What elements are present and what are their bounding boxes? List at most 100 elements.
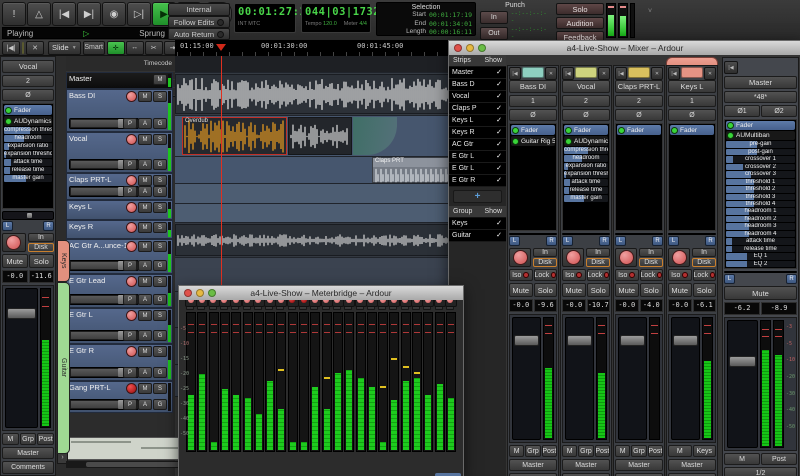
bottom-post-button[interactable]: Post: [761, 453, 797, 465]
midi-panic-button[interactable]: !: [2, 2, 26, 26]
phase-button[interactable]: Ø: [509, 109, 557, 121]
pan-left-button[interactable]: L: [562, 236, 573, 246]
solo-button[interactable]: S: [153, 346, 167, 357]
strip-color-bar[interactable]: [681, 67, 703, 78]
record-enable-dot[interactable]: [241, 300, 254, 307]
pan-left-button[interactable]: L: [668, 236, 679, 246]
solo-button[interactable]: S: [153, 383, 167, 394]
chevron-down-icon[interactable]: ˅: [648, 8, 652, 15]
track-p-button[interactable]: P: [123, 118, 137, 129]
strips-list-item[interactable]: Keys R ✓: [449, 127, 506, 139]
track-g-button[interactable]: G: [153, 260, 167, 271]
go-end-button[interactable]: ▶|: [77, 2, 101, 26]
track-header-keys-r[interactable]: Keys RMS: [66, 220, 173, 239]
track-g-button[interactable]: G: [153, 294, 167, 305]
record-enable-dot[interactable]: [196, 300, 209, 307]
processor-fader[interactable]: Fader: [4, 105, 52, 115]
mute-button[interactable]: M: [138, 310, 152, 321]
gain-fader[interactable]: [512, 317, 541, 440]
fader-lock-button[interactable]: Lock: [533, 269, 557, 281]
strips-list-item[interactable]: Keys L ✓: [449, 115, 506, 127]
processor-guitar-rig-5-fx[interactable]: Guitar Rig 5 FX: [511, 136, 555, 146]
record-enable-dot[interactable]: [275, 300, 288, 307]
record-enable-button[interactable]: [509, 248, 531, 267]
record-enable-dot[interactable]: [252, 300, 265, 307]
record-enable-dot[interactable]: [433, 300, 446, 307]
track-header-keys-l[interactable]: Keys LMS: [66, 200, 173, 220]
pan-slider[interactable]: [724, 271, 797, 273]
bottom-keys-button[interactable]: Keys: [692, 445, 716, 457]
monitor-input-button[interactable]: In: [586, 248, 610, 257]
plugin-control-attack-time[interactable]: attack time: [726, 238, 795, 245]
pan-slider[interactable]: [668, 233, 716, 235]
plugin-control-compression-threshold[interactable]: compression threshold: [564, 147, 608, 154]
input-button[interactable]: 1: [668, 95, 716, 107]
track-p-button[interactable]: P: [123, 260, 137, 271]
record-enable-button[interactable]: [126, 346, 137, 357]
solo-button[interactable]: S: [153, 134, 167, 145]
bottom-m-button[interactable]: M: [724, 453, 760, 465]
monitor-disk-button[interactable]: Disk: [692, 258, 716, 267]
track-p-button[interactable]: P: [123, 399, 137, 410]
go-start-button[interactable]: |◀: [52, 2, 76, 26]
pan-left-button[interactable]: L: [615, 236, 626, 246]
track-header-e-gtr-lead[interactable]: E Gtr Lead M S P A G: [66, 274, 173, 308]
plugin-control-headroom-3[interactable]: headroom 3: [726, 223, 795, 230]
fader-lock-button[interactable]: Lock: [692, 269, 716, 281]
record-enable-button[interactable]: [126, 91, 137, 102]
record-enable-dot[interactable]: [399, 300, 412, 307]
strips-list-item[interactable]: E Gtr L ✓: [449, 151, 506, 163]
strip-name-button[interactable]: Keys L: [668, 80, 716, 93]
peak-display[interactable]: -8.9: [761, 302, 797, 315]
fader-handle[interactable]: [673, 334, 698, 346]
mute-button[interactable]: Mute: [562, 283, 586, 297]
strip-name-button[interactable]: Vocal: [2, 60, 54, 73]
plugin-control-release-time[interactable]: release time: [726, 245, 795, 253]
bottom-post-button[interactable]: Post: [541, 445, 557, 457]
record-enable-dot[interactable]: [354, 300, 367, 307]
minimize-window-icon[interactable]: [466, 44, 474, 52]
gain-display[interactable]: -6.2: [724, 302, 760, 315]
monitor-disk-button[interactable]: Disk: [586, 258, 610, 267]
monitor-disk-button[interactable]: Disk: [27, 243, 54, 252]
mute-button[interactable]: Mute: [724, 286, 797, 300]
record-enable-dot[interactable]: [411, 300, 423, 307]
mute-button[interactable]: Mute: [668, 283, 692, 297]
scroll-left-icon[interactable]: |◀: [668, 67, 680, 80]
input-button[interactable]: 1: [509, 95, 557, 107]
phase-button[interactable]: Ø: [668, 109, 716, 121]
bottom-m-button[interactable]: M: [562, 445, 578, 457]
mute-button[interactable]: M: [138, 222, 152, 233]
track-a-button[interactable]: A: [138, 118, 152, 129]
bottom-grp-button[interactable]: Grp: [19, 433, 37, 445]
plugin-control-headroom-2[interactable]: headroom 2: [726, 215, 795, 223]
show-checkmark[interactable]: ✓: [496, 116, 502, 125]
gain-fader[interactable]: [727, 320, 758, 448]
solo-iso-button[interactable]: Iso: [509, 269, 533, 281]
fader-handle[interactable]: [620, 334, 645, 346]
punch-out-button[interactable]: Out: [480, 26, 508, 40]
pan-slider[interactable]: [509, 233, 557, 235]
plugin-control-threshold-4[interactable]: threshold 4: [726, 201, 795, 208]
show-checkmark[interactable]: ✓: [496, 128, 502, 137]
record-enable-button[interactable]: [126, 310, 137, 321]
processor-led[interactable]: [671, 126, 678, 134]
processor-led[interactable]: [512, 137, 519, 145]
scroll-left-icon[interactable]: |◀: [615, 67, 627, 80]
plugin-control-master-gain[interactable]: master gain: [4, 175, 52, 182]
scroll-right-icon[interactable]: |◀: [724, 61, 738, 74]
fader-handle[interactable]: [514, 334, 539, 346]
fader-handle[interactable]: [729, 356, 756, 368]
region-overdub[interactable]: Overdub: [182, 117, 287, 155]
track-p-button[interactable]: P: [123, 159, 137, 170]
bbt-clock[interactable]: 044|03|1732 Tempo 120.0 Meter 4/4: [301, 3, 380, 33]
track-a-button[interactable]: A: [138, 367, 152, 378]
record-enable-dot[interactable]: [331, 300, 344, 307]
output-button[interactable]: Master: [615, 459, 663, 471]
pan-left-button[interactable]: L: [724, 274, 735, 284]
processor-fader[interactable]: Fader: [617, 125, 661, 135]
record-enable-dot[interactable]: [365, 300, 378, 307]
gain-fader[interactable]: [618, 317, 647, 440]
bottom-post-button[interactable]: Post: [37, 433, 55, 445]
bottom-m-button[interactable]: M: [509, 445, 525, 457]
